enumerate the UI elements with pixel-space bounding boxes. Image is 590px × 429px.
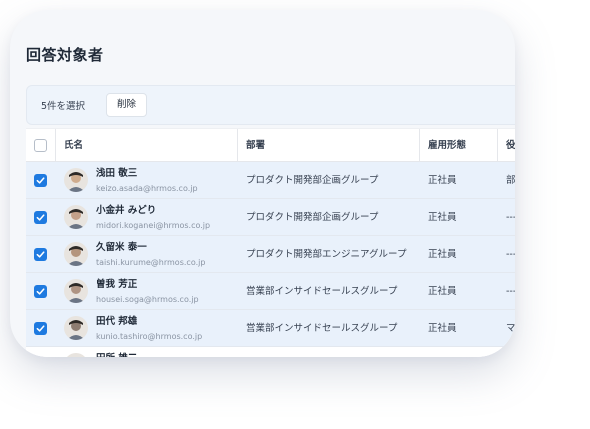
table-body: 浅田 敬三 keizo.asada@hrmos.co.jp プロダクト開発部企画グル… <box>26 162 515 357</box>
employment-cell: 正社員 <box>428 286 457 297</box>
page-title: 回答対象者 <box>26 46 104 64</box>
person-email: midori.koganei@hrmos.co.jp <box>96 221 211 230</box>
role-cell: --- <box>506 286 515 297</box>
avatar <box>64 353 88 357</box>
person-name: 浅田 敬三 <box>96 168 138 179</box>
role-cell: --- <box>506 249 515 260</box>
row-checkbox[interactable] <box>34 322 47 335</box>
header-employment[interactable]: 雇用形態 <box>420 129 498 163</box>
row-checkbox[interactable] <box>34 174 47 187</box>
header-name[interactable]: 氏名 <box>56 129 238 163</box>
employment-cell: 正社員 <box>428 323 457 334</box>
employment-cell: 正社員 <box>428 249 457 260</box>
role-cell: マ <box>506 323 515 334</box>
table-header: 氏名 部署 雇用形態 役職 <box>26 128 515 163</box>
avatar <box>64 205 88 229</box>
department-cell: 営業部インサイドセールスグループ <box>246 286 398 297</box>
selection-count: 5件を選択 <box>41 101 86 112</box>
check-icon <box>36 288 45 295</box>
selection-bar: 5件を選択 削除 <box>26 85 515 125</box>
person-email: kunio.tashiro@hrmos.co.jp <box>96 332 203 341</box>
person-email: keizo.asada@hrmos.co.jp <box>96 184 198 193</box>
table-row[interactable]: 小金井 みどり midori.koganei@hrmos.co.jp プロダクト開発… <box>26 199 515 236</box>
person-name: 小金井 みどり <box>96 205 157 216</box>
person-name: 曽我 芳正 <box>96 279 138 290</box>
check-icon <box>36 325 45 332</box>
avatar <box>64 168 88 192</box>
check-icon <box>36 177 45 184</box>
delete-button[interactable]: 削除 <box>106 93 148 117</box>
role-cell: 部長 <box>506 175 515 186</box>
person-email: housei.soga@hrmos.co.jp <box>96 295 199 304</box>
row-checkbox[interactable] <box>34 248 47 261</box>
avatar <box>64 242 88 266</box>
check-icon <box>36 251 45 258</box>
avatar <box>64 279 88 303</box>
role-cell: --- <box>506 212 515 223</box>
header-select-cell <box>26 129 56 163</box>
card-content: 回答対象者 5件を選択 削除 氏名 部署 雇用形態 役職 浅田 敬三 keizo.… <box>10 10 515 357</box>
header-department[interactable]: 部署 <box>238 129 420 163</box>
person-name: 久留米 泰一 <box>96 242 147 253</box>
table-row[interactable]: 田所 雄二 営業部インサイドセールスグループ正社員 <box>26 347 515 357</box>
department-cell: プロダクト開発部企画グループ <box>246 175 379 186</box>
table-row[interactable]: 浅田 敬三 keizo.asada@hrmos.co.jp プロダクト開発部企画グル… <box>26 162 515 199</box>
person-name: 田所 雄二 <box>96 352 137 357</box>
person-email: taishi.kurume@hrmos.co.jp <box>96 258 206 267</box>
department-cell: プロダクト開発部企画グループ <box>246 212 379 223</box>
department-cell: 営業部インサイドセールスグループ <box>238 347 420 357</box>
department-cell: プロダクト開発部エンジニアグループ <box>246 249 407 260</box>
table-row[interactable]: 曽我 芳正 housei.soga@hrmos.co.jp 営業部インサイドセールス… <box>26 273 515 310</box>
avatar <box>64 316 88 340</box>
row-checkbox[interactable] <box>34 285 47 298</box>
employment-cell: 正社員 <box>428 212 457 223</box>
person-name: 田代 邦雄 <box>96 316 138 327</box>
role-cell <box>498 347 515 357</box>
employment-cell: 正社員 <box>420 347 498 357</box>
select-all-checkbox[interactable] <box>34 139 47 152</box>
department-cell: 営業部インサイドセールスグループ <box>246 323 398 334</box>
respondents-table: 氏名 部署 雇用形態 役職 浅田 敬三 keizo.asada@hrmos.co.… <box>26 128 515 357</box>
header-role[interactable]: 役職 <box>498 129 515 163</box>
row-checkbox[interactable] <box>34 211 47 224</box>
check-icon <box>36 214 45 221</box>
main-card: 回答対象者 5件を選択 削除 氏名 部署 雇用形態 役職 浅田 敬三 keizo.… <box>10 10 515 357</box>
table-row[interactable]: 田代 邦雄 kunio.tashiro@hrmos.co.jp 営業部インサイドセー… <box>26 310 515 347</box>
employment-cell: 正社員 <box>428 175 457 186</box>
table-row[interactable]: 久留米 泰一 taishi.kurume@hrmos.co.jp プロダクト開発部エ… <box>26 236 515 273</box>
